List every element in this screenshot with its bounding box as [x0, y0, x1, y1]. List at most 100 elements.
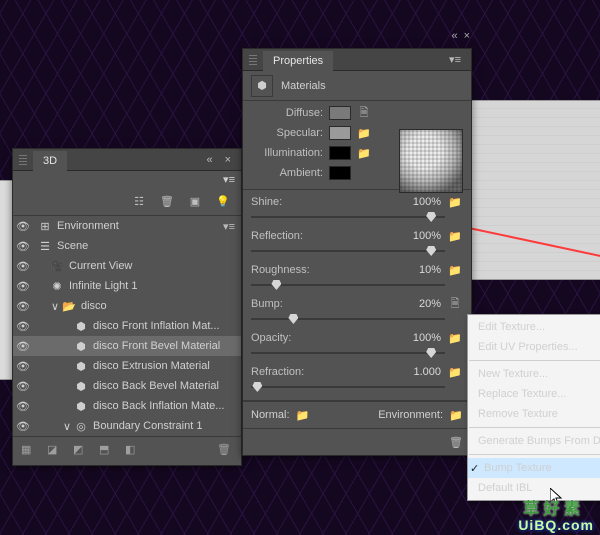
row-diffuse: Diffuse: 🗎 — [243, 103, 471, 123]
panel-3d-menu[interactable]: ▾≡ — [13, 171, 241, 188]
top-panel-options[interactable]: « × — [451, 30, 470, 42]
slider-shine[interactable]: Shine:100%📁 — [243, 190, 471, 224]
ambient-swatch[interactable] — [329, 166, 351, 180]
tab-properties[interactable]: Properties — [263, 51, 333, 71]
eye-icon[interactable]: 👁 — [13, 300, 33, 313]
material-preview[interactable] — [399, 129, 463, 193]
eye-icon[interactable]: 👁 — [13, 380, 33, 393]
chevron-left-icon[interactable]: « — [202, 154, 216, 166]
menu-new-texture[interactable]: New Texture... — [468, 364, 600, 384]
menu-edit-uv[interactable]: Edit UV Properties... — [468, 337, 600, 357]
tree-mat-back-inflation[interactable]: 👁 ⬢ disco Back Inflation Mate... — [13, 396, 241, 416]
trash-icon[interactable]: 🗑 — [449, 435, 463, 449]
flyout-icon[interactable]: ▾≡ — [223, 220, 235, 233]
specular-swatch[interactable] — [329, 126, 351, 140]
tree-mat-front-inflation[interactable]: 👁 ⬢ disco Front Inflation Mat... — [13, 316, 241, 336]
panel-3d: 3D « × ▾≡ ☷ 🗑 ▣ 💡 👁 ⊞ Environment ▾≡ 👁 ☰… — [12, 148, 242, 466]
tree-mat-back-bevel[interactable]: 👁 ⬢ disco Back Bevel Material — [13, 376, 241, 396]
menu-replace-texture[interactable]: Replace Texture... — [468, 384, 600, 404]
value[interactable]: 1.000 — [399, 366, 441, 378]
menu-bump-texture[interactable]: ✓Bump Texture — [468, 458, 600, 478]
tree-current-view[interactable]: 👁 🎥 Current View — [13, 256, 241, 276]
menu-remove-texture[interactable]: Remove Texture — [468, 404, 600, 424]
render-icon[interactable]: ▣ — [187, 194, 203, 210]
slider-thumb[interactable] — [252, 382, 262, 392]
folder-icon[interactable]: 📁 — [447, 262, 463, 278]
footer-icon[interactable]: ◪ — [47, 443, 63, 459]
value[interactable]: 100% — [399, 332, 441, 344]
trash-icon[interactable]: 🗑 — [217, 443, 233, 459]
footer-icon[interactable]: ◩ — [73, 443, 89, 459]
folder-icon[interactable]: 📁 — [447, 194, 463, 210]
tree-infinite-light[interactable]: 👁 ✺ Infinite Light 1 — [13, 276, 241, 296]
twisty-open-icon[interactable]: ∨ — [61, 420, 73, 433]
slider-thumb[interactable] — [426, 246, 436, 256]
filter-icon[interactable]: ☷ — [131, 194, 147, 210]
close-icon[interactable]: × — [221, 154, 235, 166]
flyout-icon[interactable]: ▾≡ — [445, 53, 465, 66]
eye-icon[interactable]: 👁 — [13, 320, 33, 333]
slider-bump[interactable]: Bump:20% 🗎 — [243, 292, 471, 326]
light-icon[interactable]: 💡 — [215, 194, 231, 210]
tree-mat-front-bevel[interactable]: 👁 ⬢ disco Front Bevel Material — [13, 336, 241, 356]
eye-icon[interactable]: 👁 — [13, 420, 33, 433]
texture-icon[interactable]: 🗎 — [357, 106, 371, 120]
tree-scene[interactable]: 👁 ☰ Scene — [13, 236, 241, 256]
light-icon: ✺ — [49, 280, 65, 293]
render-settings-icon[interactable]: ▦ — [21, 443, 37, 459]
eye-icon[interactable]: 👁 — [13, 240, 33, 253]
tree-label: disco — [81, 300, 235, 312]
slider-reflection[interactable]: Reflection:100%📁 — [243, 224, 471, 258]
tree-boundary[interactable]: 👁 ∨ ◎ Boundary Constraint 1 — [13, 416, 241, 436]
illumination-swatch[interactable] — [329, 146, 351, 160]
texture-icon[interactable]: 🗎 — [447, 296, 463, 312]
value[interactable]: 10% — [399, 264, 441, 276]
trash-icon[interactable]: 🗑 — [159, 194, 175, 210]
materials-icon: ⬢ — [251, 75, 273, 97]
slider-thumb[interactable] — [426, 212, 436, 222]
slider-refraction[interactable]: Refraction:1.000📁 — [243, 360, 471, 401]
footer-icon[interactable]: ⬒ — [99, 443, 115, 459]
grip-icon[interactable] — [249, 55, 257, 65]
folder-icon[interactable]: 📁 — [447, 364, 463, 380]
scene-icon: ☰ — [37, 240, 53, 253]
tree-label: Environment — [57, 220, 223, 232]
eye-icon[interactable]: 👁 — [13, 220, 33, 233]
eye-icon[interactable]: 👁 — [13, 400, 33, 413]
label: Bump: — [251, 298, 399, 310]
slider-opacity[interactable]: Opacity:100%📁 — [243, 326, 471, 360]
eye-icon[interactable]: 👁 — [13, 360, 33, 373]
folder-icon[interactable]: 📁 — [357, 146, 371, 160]
menu-edit-texture[interactable]: Edit Texture... — [468, 317, 600, 337]
tree-mat-extrusion[interactable]: 👁 ⬢ disco Extrusion Material — [13, 356, 241, 376]
tree-environment[interactable]: 👁 ⊞ Environment ▾≡ — [13, 216, 241, 236]
menu-generate-bumps[interactable]: Generate Bumps From D — [468, 431, 600, 451]
value[interactable]: 100% — [399, 230, 441, 242]
grip-icon[interactable] — [19, 155, 27, 165]
twisty-open-icon[interactable]: ∨ — [49, 300, 61, 313]
folder-icon[interactable]: 📁 — [447, 228, 463, 244]
label-environment: Environment: — [378, 409, 443, 421]
folder-icon[interactable]: 📁 — [449, 408, 463, 422]
row-normal-environment: Normal: 📁 Environment: 📁 — [243, 401, 471, 428]
tree-disco[interactable]: 👁 ∨ 📂 disco — [13, 296, 241, 316]
watermark-cjk: 草 好 素 — [523, 495, 580, 519]
value[interactable]: 20% — [399, 298, 441, 310]
diffuse-swatch[interactable] — [329, 106, 351, 120]
tab-3d[interactable]: 3D — [33, 151, 67, 171]
eye-icon[interactable]: 👁 — [13, 260, 33, 273]
folder-icon[interactable]: 📁 — [357, 126, 371, 140]
close-icon[interactable]: × — [464, 30, 470, 42]
eye-icon[interactable]: 👁 — [13, 340, 33, 353]
chevron-left-icon[interactable]: « — [451, 30, 457, 42]
footer-icon[interactable]: ◧ — [125, 443, 141, 459]
slider-roughness[interactable]: Roughness:10%📁 — [243, 258, 471, 292]
slider-thumb[interactable] — [271, 280, 281, 290]
slider-thumb[interactable] — [288, 314, 298, 324]
folder-icon[interactable]: 📁 — [447, 330, 463, 346]
value[interactable]: 100% — [399, 196, 441, 208]
slider-thumb[interactable] — [426, 348, 436, 358]
eye-icon[interactable]: 👁 — [13, 280, 33, 293]
material-icon: ⬢ — [73, 380, 89, 393]
folder-icon[interactable]: 📁 — [296, 408, 310, 422]
